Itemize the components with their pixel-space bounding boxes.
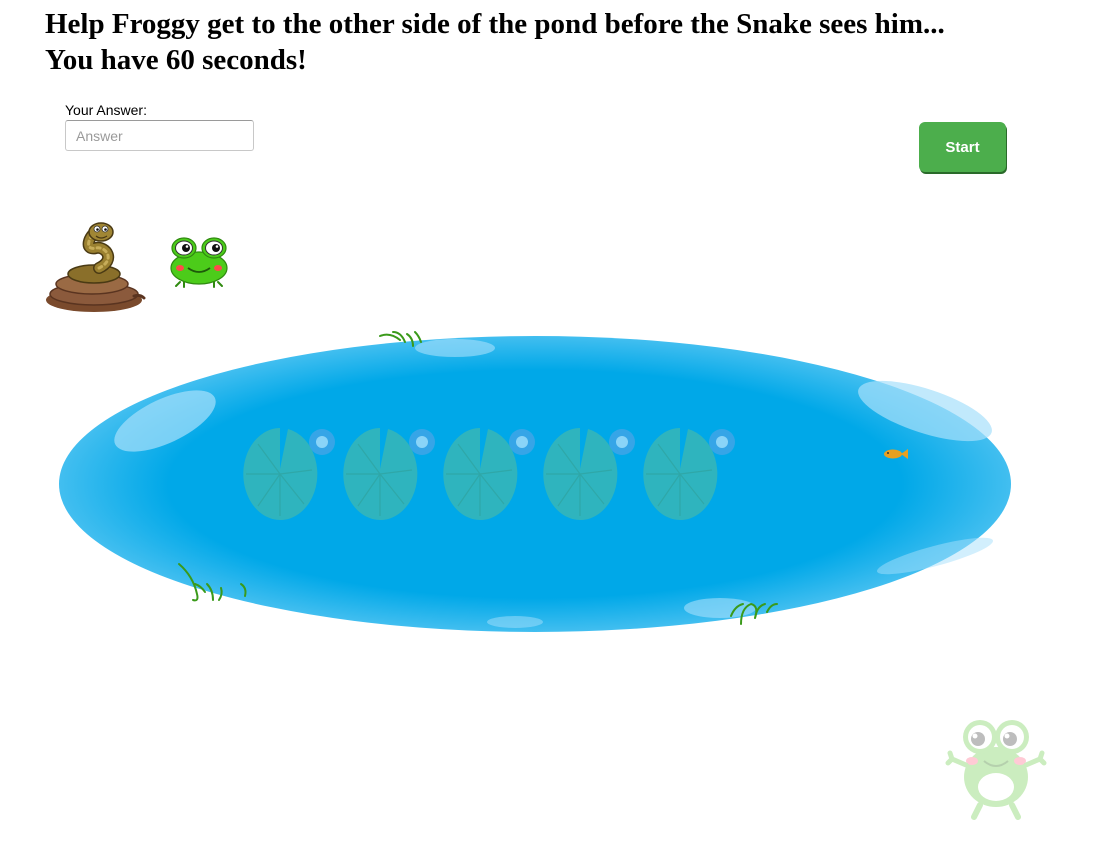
answer-block: Your Answer:: [65, 101, 265, 151]
answer-input[interactable]: [65, 120, 254, 151]
instructions-line-2: You have 60 seconds!: [45, 44, 307, 76]
game-stage: Help Froggy get to the other side of the…: [0, 0, 1113, 844]
start-button[interactable]: Start: [919, 122, 1006, 172]
game-instructions: Help Froggy get to the other side of the…: [45, 6, 945, 78]
frog-icon: [170, 237, 228, 288]
frog-icon: [945, 720, 1047, 820]
answer-label: Your Answer:: [65, 102, 147, 118]
snake-icon: [46, 222, 146, 312]
pond-icon: [59, 331, 1011, 632]
instructions-line-1: Help Froggy get to the other side of the…: [45, 8, 945, 40]
